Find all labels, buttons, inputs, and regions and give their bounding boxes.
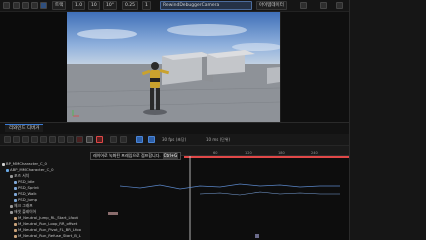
tooltip-text: 레이어로 녹화된 프레임으로 점프합니다. [93,153,161,158]
step-forward-icon[interactable] [49,136,56,143]
pause-icon[interactable] [31,136,38,143]
move-icon[interactable] [22,2,29,9]
stop-icon[interactable] [67,136,74,143]
track-label: ABP_MMCharacter_C_0 [10,167,54,172]
track-label: 포즈 서치 [14,173,30,178]
asset-clip [255,234,259,238]
track-label: M_Neutral_Run_Pivot_FL_BR_Lfoo [18,227,81,232]
track-icon [14,222,17,226]
angle-value[interactable]: 10° [103,1,117,10]
scale-icon[interactable] [40,2,47,9]
play-reverse-icon[interactable] [22,136,29,143]
walk-curve [199,191,340,196]
link-icon[interactable] [148,136,155,143]
crate-stack-left [162,52,213,85]
follow-icon[interactable] [136,136,143,143]
frame-dropdown[interactable]: 1 [142,1,151,10]
details-panel [349,0,426,240]
track-icon [10,204,13,208]
sun-icon[interactable] [320,2,327,9]
menu-icon[interactable] [3,2,10,9]
jump-tooltip: 레이어로 녹화된 프레임으로 점프합니다. Ctrl+G [90,152,182,160]
track-icon [14,186,17,190]
skip-start-icon[interactable] [4,136,11,143]
filter-icon[interactable] [110,136,117,143]
tooltip-shortcut: Ctrl+G [162,153,179,159]
level-viewport[interactable] [67,12,280,122]
fps-label[interactable]: 30 fps (초당) [162,136,186,144]
ruler-tick: 240 [311,151,318,155]
viewport-scene [67,12,280,122]
record-button[interactable] [96,136,103,143]
jump-to-frame-icon[interactable] [86,136,93,143]
track-row[interactable]: M_Neutral_Run_Refuse_Start_B_L [0,233,90,239]
recording-range-bar [184,156,349,158]
track-icon [6,168,9,172]
speed-label[interactable]: 10 ms (단위) [206,136,230,144]
ruler-tick: 180 [278,151,285,155]
transform-dropdown[interactable]: 1.0 [72,1,86,10]
track-label: 애셋 플레이어 [14,209,37,214]
skip-end-icon[interactable] [58,136,65,143]
track-icon [14,228,17,232]
select-icon[interactable] [13,2,20,9]
left-panel [0,12,67,122]
track-icon [14,192,17,196]
track-label: M_Neutral_Run_Refuse_Start_B_L [18,233,81,238]
playback-dropdown[interactable]: 아이템데이터 [256,1,287,10]
track-icon [2,162,5,166]
crate-right [267,67,280,84]
rewind-debugger-tab[interactable]: 리와인드 디버거 [5,124,44,132]
track-label: PSD_Idle [18,179,35,184]
camera-dropdown[interactable]: RewindDebuggerCamera [160,1,252,10]
track-icon [10,210,13,214]
timeline-tracks [108,156,349,240]
camera-icon[interactable] [120,136,127,143]
play-icon[interactable] [40,136,47,143]
scale-value[interactable]: 0.25 [122,1,139,10]
rotate-icon[interactable] [31,2,38,9]
asset-clip [108,212,118,215]
ruler-tick: 120 [245,151,252,155]
snap-value[interactable]: 10 [88,1,100,10]
mode-dropdown[interactable]: 트랙 [52,1,67,10]
step-back-icon[interactable] [13,136,20,143]
track-icon [10,174,13,178]
ruler-tick: 60 [213,151,218,155]
outliner-panel [280,12,349,122]
track-label: PSD_Sprint [18,185,39,190]
track-label: PSD_Jump [18,197,38,202]
track-label: PSD_Walk [18,191,37,196]
track-label: M_Neutral_Jump_RL_Start_Lfoot [18,215,79,220]
pose-curve [119,183,340,190]
display-icon[interactable] [336,2,343,9]
record-icon[interactable] [76,136,83,143]
track-icon [14,234,17,238]
settings-icon[interactable] [300,2,307,9]
track-label: BP_MMCharacter_C_0 [6,161,47,166]
track-label: M_Neutral_Run_Loop_RR_offset [18,221,78,226]
track-icon [14,216,17,220]
track-icon [14,198,17,202]
track-label: 체크 그래프 [14,203,33,208]
track-icon [14,180,17,184]
